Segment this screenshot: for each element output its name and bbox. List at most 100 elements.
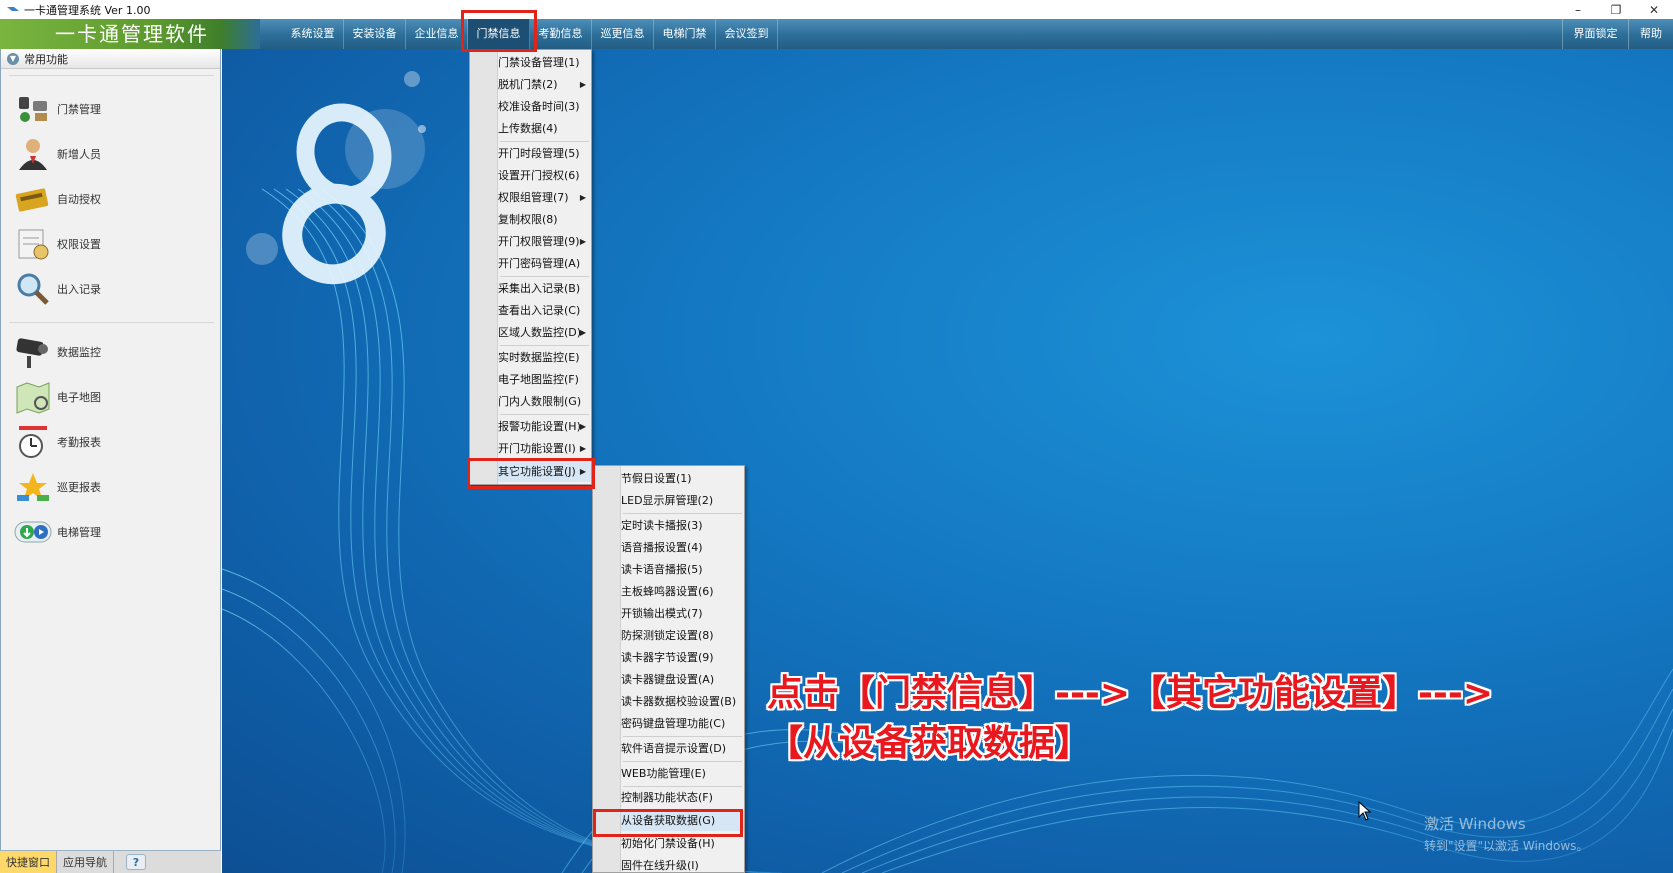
submenu-arrow-icon: ▶ bbox=[579, 422, 586, 431]
patrol-icon bbox=[17, 473, 49, 501]
menu-item-view-records[interactable]: 查看出入记录(C) bbox=[498, 300, 591, 321]
menu-item-copy-permissions[interactable]: 复制权限(8) bbox=[498, 209, 591, 230]
menu-item-occupancy-limit[interactable]: 门内人数限制(G) bbox=[498, 391, 591, 412]
bubble-decoration bbox=[246, 71, 426, 265]
sidebar-item-data-monitor[interactable]: 数据监控 bbox=[13, 332, 101, 372]
submenu-item-reader-keypad[interactable]: 读卡器键盘设置(A) bbox=[621, 669, 744, 690]
restore-button[interactable]: ❐ bbox=[1597, 0, 1635, 19]
collapse-icon[interactable]: ▼ bbox=[7, 52, 19, 65]
menu-item-realtime-monitor[interactable]: 实时数据监控(E) bbox=[498, 347, 591, 368]
submenu-item-card-voice[interactable]: 读卡语音播报(5) bbox=[621, 559, 744, 580]
menu-item-upload-data[interactable]: 上传数据(4) bbox=[498, 118, 591, 139]
submenu-arrow-icon: ▶ bbox=[579, 328, 586, 337]
submenu-arrow-icon: ▶ bbox=[579, 237, 586, 246]
menu-item-door-authorization[interactable]: 设置开门授权(6) bbox=[498, 165, 591, 186]
tab-quick-window[interactable]: 快捷窗口 bbox=[0, 851, 57, 873]
main-menubar: 一卡通管理软件 系统设置 安装设备 企业信息 门禁信息 考勤信息 巡更信息 电梯… bbox=[0, 19, 1673, 49]
card-icon bbox=[15, 188, 49, 212]
annotation-line-2: 【从设备获取数据】 bbox=[767, 723, 1092, 764]
menu-item-permission-groups[interactable]: 权限组管理(7) ▶ bbox=[498, 187, 591, 208]
sidebar-item-access-records[interactable]: 出入记录 bbox=[13, 269, 101, 309]
submenu-item-reader-bytes[interactable]: 读卡器字节设置(9) bbox=[621, 647, 744, 668]
magnifier-icon bbox=[17, 273, 49, 305]
submenu-item-buzzer[interactable]: 主板蜂鸣器设置(6) bbox=[621, 581, 744, 602]
sidebar-divider bbox=[9, 75, 214, 76]
menu-item-emap-monitor[interactable]: 电子地图监控(F) bbox=[498, 369, 591, 390]
access-control-menu: 门禁设备管理(1) 脱机门禁(2) ▶ 校准设备时间(3) 上传数据(4) 开门时… bbox=[469, 49, 592, 485]
sidebar-item-permission-settings[interactable]: 权限设置 bbox=[13, 224, 101, 264]
activate-windows-hint: 转到"设置"以激活 Windows。 bbox=[1424, 839, 1589, 853]
highlight-box-get-data bbox=[593, 809, 743, 837]
submenu-arrow-icon: ▶ bbox=[579, 80, 586, 89]
camera-icon bbox=[16, 338, 48, 368]
clock-icon bbox=[19, 426, 47, 458]
menu-patrol-info[interactable]: 巡更信息 bbox=[592, 19, 654, 49]
submenu-arrow-icon: ▶ bbox=[579, 193, 586, 202]
menu-item-device-management[interactable]: 门禁设备管理(1) bbox=[498, 52, 591, 73]
submenu-item-anti-probe[interactable]: 防探测锁定设置(8) bbox=[621, 625, 744, 646]
sidebar-item-door-management[interactable]: 门禁管理 bbox=[13, 89, 101, 129]
menu-item-time-periods[interactable]: 开门时段管理(5) bbox=[498, 143, 591, 164]
submenu-item-led-display[interactable]: LED显示屏管理(2) bbox=[621, 490, 744, 511]
highlight-box-menu bbox=[461, 10, 537, 52]
menu-item-calibrate-time[interactable]: 校准设备时间(3) bbox=[498, 96, 591, 117]
menu-item-door-permissions[interactable]: 开门权限管理(9) ▶ bbox=[498, 231, 591, 252]
annotation-line-1: 点击【门禁信息】--->【其它功能设置】---> bbox=[767, 673, 1493, 714]
submenu-item-holidays[interactable]: 节假日设置(1) bbox=[621, 468, 744, 489]
highlight-box-other-settings bbox=[467, 458, 595, 489]
menu-install-devices[interactable]: 安装设备 bbox=[344, 19, 406, 49]
sidebar: ▼ 常用功能 门禁管理 新增人员 自动授权 权限设置 出入记录 数据监控 电子地… bbox=[0, 49, 221, 850]
menu-lock-interface[interactable]: 界面锁定 bbox=[1562, 19, 1628, 49]
door-access-icon bbox=[19, 97, 47, 122]
submenu-item-timed-card-broadcast[interactable]: 定时读卡播报(3) bbox=[621, 515, 744, 536]
activate-windows-title: 激活 Windows bbox=[1424, 815, 1526, 833]
window-titlebar: 一卡通管理系统 Ver 1.00 – ❐ ✕ bbox=[0, 0, 1673, 19]
menu-enterprise-info[interactable]: 企业信息 bbox=[406, 19, 468, 49]
close-button[interactable]: ✕ bbox=[1635, 0, 1673, 19]
menu-item-door-function-settings[interactable]: 开门功能设置(I) ▶ bbox=[498, 438, 591, 459]
person-icon bbox=[19, 139, 47, 170]
window-title: 一卡通管理系统 Ver 1.00 bbox=[24, 3, 151, 17]
mouse-cursor-icon bbox=[1358, 801, 1372, 821]
submenu-arrow-icon: ▶ bbox=[579, 444, 586, 453]
submenu-item-web-functions[interactable]: WEB功能管理(E) bbox=[621, 763, 744, 784]
menu-item-collect-records[interactable]: 采集出入记录(B) bbox=[498, 278, 591, 299]
permission-icon bbox=[18, 229, 49, 260]
instruction-annotation: 点击【门禁信息】--->【其它功能设置】---> 【从设备获取数据】 bbox=[767, 669, 1493, 769]
sidebar-item-add-person[interactable]: 新增人员 bbox=[13, 134, 101, 174]
submenu-item-voice-broadcast[interactable]: 语音播报设置(4) bbox=[621, 537, 744, 558]
help-icon[interactable]: ? bbox=[126, 854, 146, 870]
sidebar-bottom-tabs: 快捷窗口 应用导航 ? bbox=[0, 850, 221, 873]
minimize-button[interactable]: – bbox=[1559, 0, 1597, 19]
menu-item-area-headcount[interactable]: 区域人数监控(D) ▶ bbox=[498, 322, 591, 343]
sidebar-header-label: 常用功能 bbox=[24, 52, 68, 66]
sidebar-item-elevator-management[interactable]: 电梯管理 bbox=[13, 512, 101, 552]
menu-item-alarm-settings[interactable]: 报警功能设置(H) ▶ bbox=[498, 416, 591, 437]
menu-attendance-info[interactable]: 考勤信息 bbox=[530, 19, 592, 49]
menu-elevator-access[interactable]: 电梯门禁 bbox=[654, 19, 716, 49]
main-workspace: 点击【门禁信息】--->【其它功能设置】---> 【从设备获取数据】 激活 Wi… bbox=[222, 49, 1673, 873]
app-icon bbox=[7, 6, 19, 11]
submenu-item-unlock-output[interactable]: 开锁输出模式(7) bbox=[621, 603, 744, 624]
elevator-icon bbox=[14, 521, 52, 543]
sidebar-divider bbox=[9, 322, 214, 323]
sidebar-item-auto-authorize[interactable]: 自动授权 bbox=[13, 179, 101, 219]
menu-item-offline-access[interactable]: 脱机门禁(2) ▶ bbox=[498, 74, 591, 95]
submenu-item-software-voice[interactable]: 软件语音提示设置(D) bbox=[621, 738, 744, 759]
submenu-item-reader-checksum[interactable]: 读卡器数据校验设置(B) bbox=[621, 691, 744, 712]
submenu-item-controller-status[interactable]: 控制器功能状态(F) bbox=[621, 787, 744, 808]
sidebar-item-attendance-report[interactable]: 考勤报表 bbox=[13, 422, 101, 462]
tab-app-navigation[interactable]: 应用导航 bbox=[57, 851, 114, 873]
submenu-item-password-keypad[interactable]: 密码键盘管理功能(C) bbox=[621, 713, 744, 734]
menu-item-door-passwords[interactable]: 开门密码管理(A) bbox=[498, 253, 591, 274]
sidebar-header[interactable]: ▼ 常用功能 bbox=[1, 49, 220, 69]
logo-eight bbox=[282, 103, 392, 285]
brand-title: 一卡通管理软件 bbox=[0, 19, 260, 49]
sidebar-item-patrol-report[interactable]: 巡更报表 bbox=[13, 467, 101, 507]
menu-system-settings[interactable]: 系统设置 bbox=[282, 19, 344, 49]
menu-meeting-signin[interactable]: 会议签到 bbox=[716, 19, 778, 49]
menu-help[interactable]: 帮助 bbox=[1628, 19, 1673, 49]
submenu-item-firmware-upgrade[interactable]: 固件在线升级(I) bbox=[621, 855, 744, 873]
sidebar-item-e-map[interactable]: 电子地图 bbox=[13, 377, 101, 417]
map-icon bbox=[16, 382, 50, 414]
